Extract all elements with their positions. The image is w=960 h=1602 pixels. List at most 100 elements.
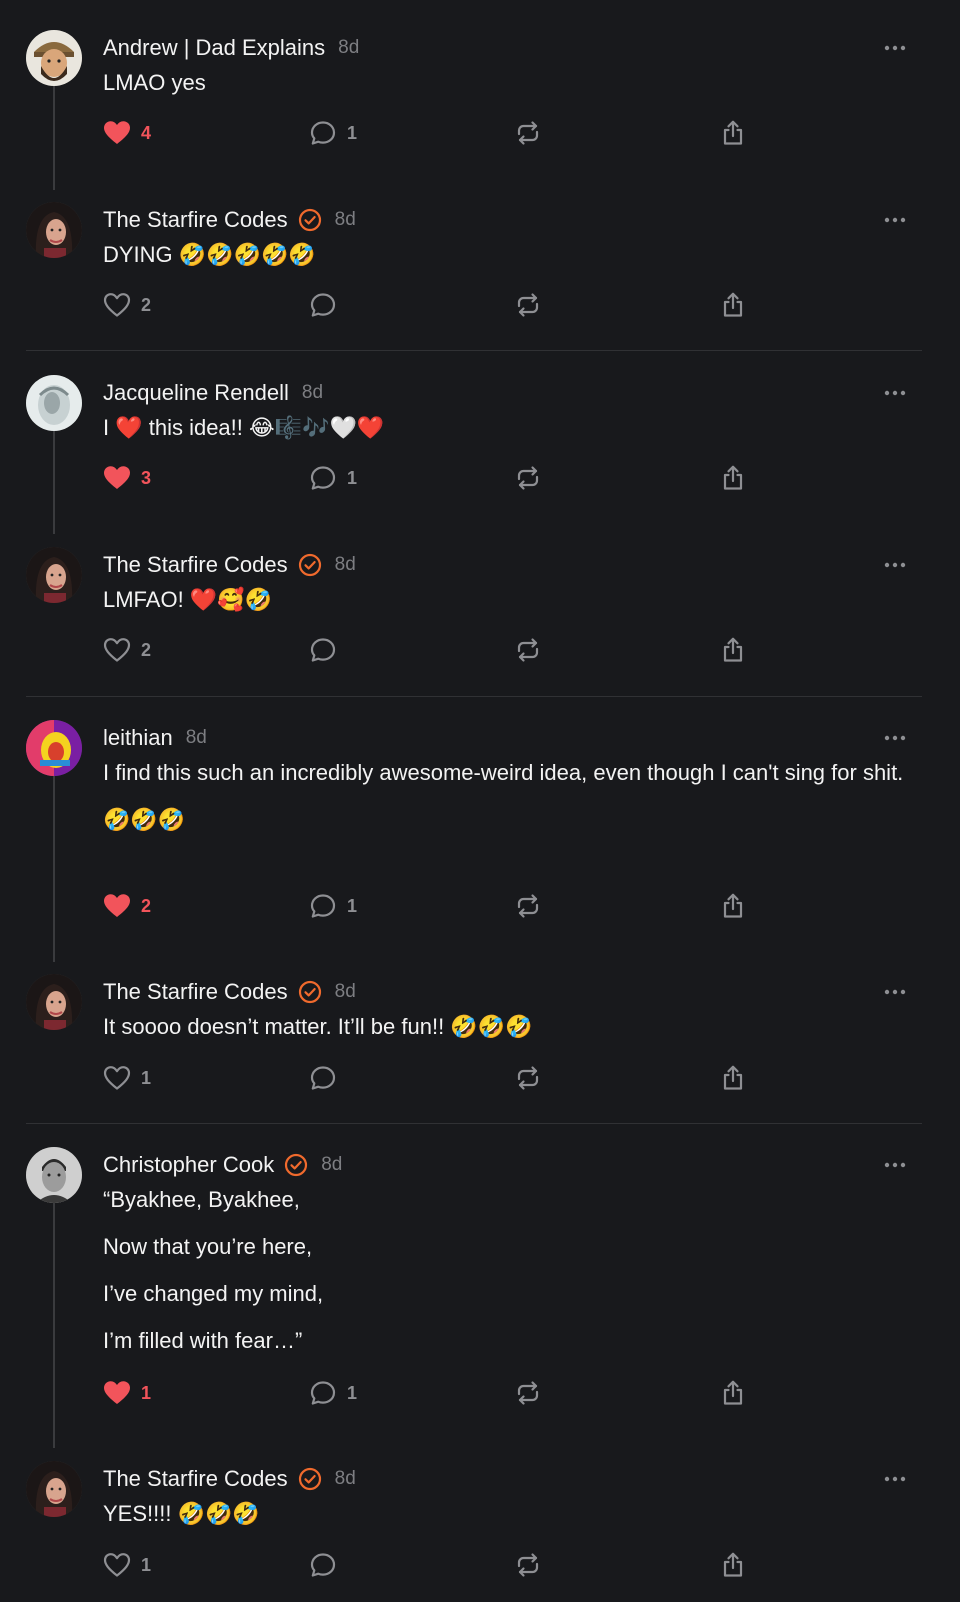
avatar-starfire[interactable] [26,974,82,1030]
more-options-icon[interactable] [884,1147,906,1183]
post-timestamp: 8d [334,1468,356,1489]
like-count: 2 [141,895,152,916]
username[interactable]: Jacqueline Rendell [103,380,289,406]
more-options-icon[interactable] [884,1461,906,1497]
heart-filled-icon [103,465,131,491]
like-button[interactable]: 1 [103,1058,151,1098]
share-icon [719,291,747,319]
share-icon [719,1379,747,1407]
repost-button[interactable] [514,285,542,325]
post-body: The Starfire Codes 8d LMFAO! ❤️🥰🤣 [103,547,920,617]
repost-button[interactable] [514,1545,542,1585]
post-text-paragraph: DYING 🤣🤣🤣🤣🤣 [103,242,316,267]
like-button[interactable]: 2 [103,886,151,926]
username[interactable]: The Starfire Codes [103,1466,288,1492]
like-button[interactable]: 1 [103,1373,151,1413]
reply-button[interactable] [309,1058,337,1098]
like-count: 1 [141,1382,152,1403]
like-count: 3 [141,467,152,488]
username[interactable]: The Starfire Codes [103,979,288,1005]
post-header: Andrew | Dad Explains 8d [103,30,920,66]
more-options-icon[interactable] [884,974,906,1010]
share-icon [719,1064,747,1092]
like-count: 2 [141,294,152,315]
avatar-leithian[interactable] [26,720,82,776]
repost-button[interactable] [514,113,542,153]
like-button[interactable]: 3 [103,458,151,498]
post-header: leithian 8d [103,720,920,756]
heart-outline-icon [103,292,131,318]
post-text: “Byakhee, Byakhee, Now that you’re here, I… [103,1183,920,1358]
username[interactable]: Andrew | Dad Explains [103,35,325,61]
more-options-icon[interactable] [884,375,906,411]
reply-count: 1 [347,895,358,916]
reply-button[interactable] [309,630,337,670]
share-button[interactable] [719,1373,747,1413]
like-button[interactable]: 2 [103,285,151,325]
avatar-starfire[interactable] [26,547,82,603]
like-button[interactable]: 2 [103,630,151,670]
share-button[interactable] [719,886,747,926]
post-actions: 21 [103,886,863,926]
like-button[interactable]: 1 [103,1545,151,1585]
post-text-paragraph: 🤣🤣🤣 [103,807,186,832]
username[interactable]: Christopher Cook [103,1152,274,1178]
reply-button[interactable] [309,285,337,325]
more-options-icon[interactable] [884,202,906,238]
username[interactable]: The Starfire Codes [103,552,288,578]
like-count: 1 [141,1067,152,1088]
light-grey-portrait-avatar [26,375,82,431]
avatar-starfire[interactable] [26,202,82,258]
avatar-starfire[interactable] [26,1461,82,1517]
share-button[interactable] [719,630,747,670]
heart-outline-icon [103,1552,131,1578]
repost-button[interactable] [514,1058,542,1098]
repost-icon [514,291,542,319]
post-text-paragraph: I ❤️ this idea!! 😂🎼🎶🤍❤️ [103,415,385,440]
thread-divider [26,696,922,697]
repost-button[interactable] [514,458,542,498]
reply-button[interactable]: 1 [309,458,357,498]
reply-button[interactable]: 1 [309,113,357,153]
reply-button[interactable]: 1 [309,886,357,926]
heart-outline-icon [103,1065,131,1091]
post-header: The Starfire Codes 8d [103,974,920,1010]
share-button[interactable] [719,458,747,498]
username[interactable]: The Starfire Codes [103,207,288,233]
post-actions: 31 [103,458,863,498]
share-icon [719,1551,747,1579]
repost-icon [514,119,542,147]
post-timestamp: 8d [185,727,207,748]
more-options-icon[interactable] [884,720,906,756]
more-options-icon[interactable] [884,547,906,583]
heart-filled-icon [103,893,131,919]
avatar-andrew[interactable] [26,30,82,86]
comment-icon [309,892,337,920]
post-text: YES!!!! 🤣🤣🤣 [103,1497,920,1531]
reply-count: 1 [347,122,358,143]
post-timestamp: 8d [334,209,356,230]
dark-haired-woman-avatar [26,1461,82,1517]
post-timestamp: 8d [334,981,356,1002]
repost-button[interactable] [514,1373,542,1413]
dark-haired-woman-avatar [26,974,82,1030]
colorful-pop-art-avatar [26,720,82,776]
reply-thread: Andrew | Dad Explains 8d LMAO yes 4 1 The Sta… [0,0,960,1602]
more-options-icon[interactable] [884,30,906,66]
post-actions: 11 [103,1373,863,1413]
repost-button[interactable] [514,630,542,670]
avatar-christopher[interactable] [26,1147,82,1203]
like-count: 4 [141,122,152,143]
avatar-jacqueline[interactable] [26,375,82,431]
share-button[interactable] [719,1545,747,1585]
share-button[interactable] [719,113,747,153]
like-button[interactable]: 4 [103,113,151,153]
username[interactable]: leithian [103,725,173,751]
reply-button[interactable]: 1 [309,1373,357,1413]
comment-icon [309,119,337,147]
share-icon [719,636,747,664]
reply-button[interactable] [309,1545,337,1585]
share-button[interactable] [719,285,747,325]
share-button[interactable] [719,1058,747,1098]
repost-button[interactable] [514,886,542,926]
